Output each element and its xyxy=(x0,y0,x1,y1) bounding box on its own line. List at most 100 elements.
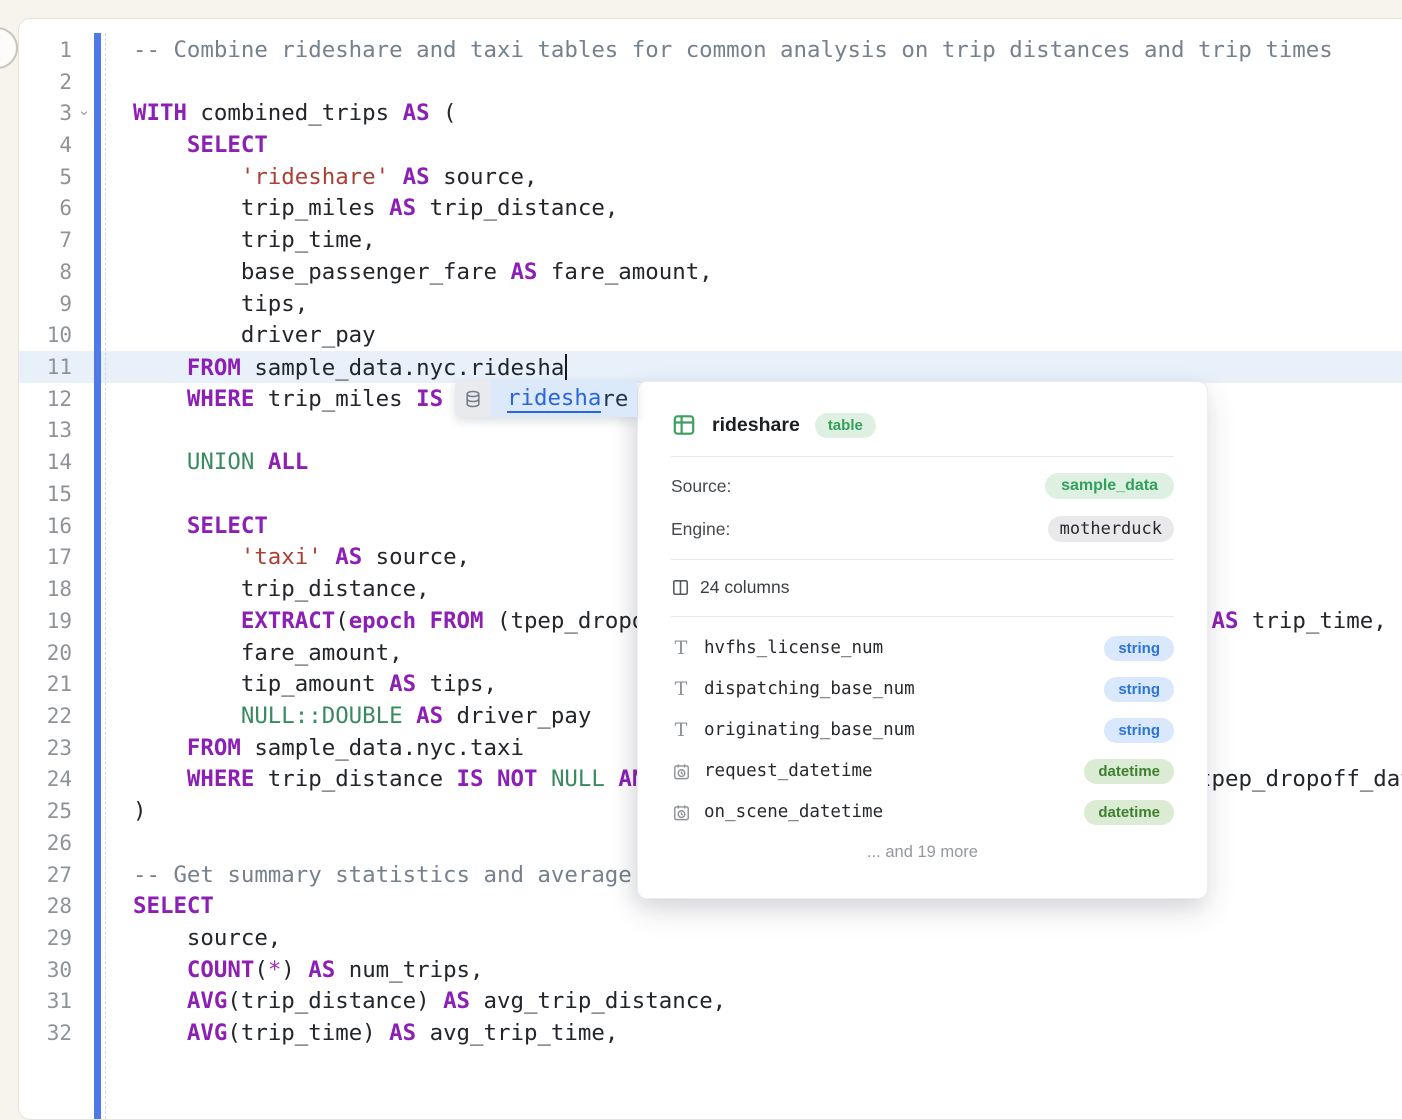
code-token: sample_data.nyc.taxi xyxy=(241,735,524,761)
code-token: -- Combine rideshare and taxi tables for… xyxy=(133,37,1333,63)
line-number[interactable]: 12 xyxy=(19,387,94,411)
code-token: fare_amount, xyxy=(133,640,403,666)
code-token: AS xyxy=(510,259,537,285)
line-number[interactable]: 10 xyxy=(19,323,94,347)
line-number[interactable]: 18 xyxy=(19,577,94,601)
code-token: (trip_distance) xyxy=(227,988,443,1014)
line-number[interactable]: 7 xyxy=(19,228,94,252)
line-number[interactable]: 23 xyxy=(19,736,94,760)
code-line-text: tips, xyxy=(133,291,308,317)
code-line[interactable]: 30 COUNT(*) AS num_trips, xyxy=(19,954,1402,986)
line-number[interactable]: 29 xyxy=(19,926,94,950)
line-number[interactable]: 4 xyxy=(19,133,94,157)
code-line[interactable]: 10 driver_pay xyxy=(19,319,1402,351)
line-number[interactable]: 25 xyxy=(19,799,94,823)
line-number[interactable]: 30 xyxy=(19,958,94,982)
table-icon xyxy=(671,412,697,438)
line-number[interactable]: 8 xyxy=(19,260,94,284)
code-token: trip_time, xyxy=(133,227,376,253)
line-number[interactable]: 31 xyxy=(19,989,94,1013)
suggestion-rest-text: re xyxy=(601,386,628,412)
suggestion-label[interactable]: rideshare xyxy=(490,380,637,417)
line-number[interactable]: 21 xyxy=(19,672,94,696)
column-name: hvfhs_license_num xyxy=(704,638,1104,658)
code-line[interactable]: 1 -- Combine rideshare and taxi tables fo… xyxy=(19,34,1402,66)
code-token: * xyxy=(268,957,281,983)
code-line[interactable]: 6 trip_miles AS trip_distance, xyxy=(19,193,1402,225)
code-token: ) xyxy=(281,957,308,983)
code-line[interactable]: 31 AVG(trip_distance) AS avg_trip_distan… xyxy=(19,986,1402,1018)
code-line-text: 'taxi' AS source, xyxy=(133,544,470,570)
line-number[interactable]: 14 xyxy=(19,450,94,474)
code-token xyxy=(133,703,241,729)
autocomplete-suggestion[interactable]: rideshare xyxy=(455,380,637,417)
line-number[interactable]: 2 xyxy=(19,70,94,94)
code-line[interactable]: 8 base_passenger_fare AS fare_amount, xyxy=(19,256,1402,288)
code-line-text: WITH combined_trips AS ( xyxy=(133,100,457,126)
code-token: driver_pay xyxy=(133,322,376,348)
code-line[interactable]: 9 tips, xyxy=(19,288,1402,320)
code-token: NOT xyxy=(497,766,537,792)
code-token: AS xyxy=(308,957,335,983)
column-type-badge: string xyxy=(1104,636,1174,661)
line-number[interactable]: 15 xyxy=(19,482,94,506)
line-number[interactable]: 24 xyxy=(19,767,94,791)
code-token: AS xyxy=(389,195,416,221)
column-name: dispatching_base_num xyxy=(704,679,1104,699)
code-line-text: AVG(trip_time) AS avg_trip_time, xyxy=(133,1020,618,1046)
fold-chevron-down-icon[interactable]: ⌄ xyxy=(76,103,92,119)
code-line[interactable]: 32 AVG(trip_time) AS avg_trip_time, xyxy=(19,1017,1402,1049)
code-line[interactable]: 4 SELECT xyxy=(19,129,1402,161)
code-token: AS xyxy=(416,703,443,729)
code-token: source, xyxy=(362,544,470,570)
line-number[interactable]: 6 xyxy=(19,196,94,220)
code-token: FROM xyxy=(187,735,241,761)
line-number[interactable]: 11 xyxy=(19,355,94,379)
code-token xyxy=(416,608,429,634)
code-line-text: FROM sample_data.nyc.ridesha xyxy=(133,354,567,381)
code-token: (trip_time) xyxy=(227,1020,389,1046)
code-line[interactable]: 5 'rideshare' AS source, xyxy=(19,161,1402,193)
line-number[interactable]: 16 xyxy=(19,514,94,538)
popup-table-name: rideshare xyxy=(712,414,800,437)
line-number[interactable]: 9 xyxy=(19,292,94,316)
line-number[interactable]: 1 xyxy=(19,38,94,62)
code-line[interactable]: 29 source, xyxy=(19,922,1402,954)
code-token: AS xyxy=(335,544,362,570)
code-line-active[interactable]: 11 FROM sample_data.nyc.ridesha xyxy=(19,351,1402,383)
code-line[interactable]: 2 xyxy=(19,66,1402,98)
code-token xyxy=(133,355,187,381)
code-token: trip_time, xyxy=(1238,608,1400,634)
line-number[interactable]: 22 xyxy=(19,704,94,728)
code-line[interactable]: 3⌄WITH combined_trips AS ( xyxy=(19,97,1402,129)
column-type-badge: string xyxy=(1104,718,1174,743)
code-token xyxy=(133,957,187,983)
column-name: request_datetime xyxy=(704,761,1084,781)
code-line-text: COUNT(*) AS num_trips, xyxy=(133,957,484,983)
line-number[interactable]: 19 xyxy=(19,609,94,633)
table-kind-badge: table xyxy=(815,413,876,438)
line-number[interactable]: 27 xyxy=(19,863,94,887)
code-token: base_passenger_fare xyxy=(133,259,510,285)
code-line[interactable]: 7 trip_time, xyxy=(19,224,1402,256)
line-number[interactable]: 5 xyxy=(19,165,94,189)
code-token: 'taxi' xyxy=(241,544,322,570)
column-name: originating_base_num xyxy=(704,720,1104,740)
code-token: 'rideshare' xyxy=(241,164,389,190)
line-number[interactable]: 20 xyxy=(19,641,94,665)
line-number[interactable]: 32 xyxy=(19,1021,94,1045)
line-number[interactable]: 26 xyxy=(19,831,94,855)
line-number[interactable]: 28 xyxy=(19,894,94,918)
code-token: UNION xyxy=(187,449,254,475)
code-line-text: ) xyxy=(133,798,146,824)
code-token xyxy=(133,164,241,190)
code-token xyxy=(133,544,241,570)
text-type-icon: T xyxy=(671,678,691,700)
columns-count-label: 24 columns xyxy=(700,577,790,598)
meta-label: Source: xyxy=(671,476,731,497)
line-number[interactable]: 13 xyxy=(19,418,94,442)
line-number[interactable]: 17 xyxy=(19,545,94,569)
code-token: trip_miles xyxy=(254,386,416,412)
text-type-icon: T xyxy=(671,719,691,741)
column-type-badge: datetime xyxy=(1084,759,1174,784)
